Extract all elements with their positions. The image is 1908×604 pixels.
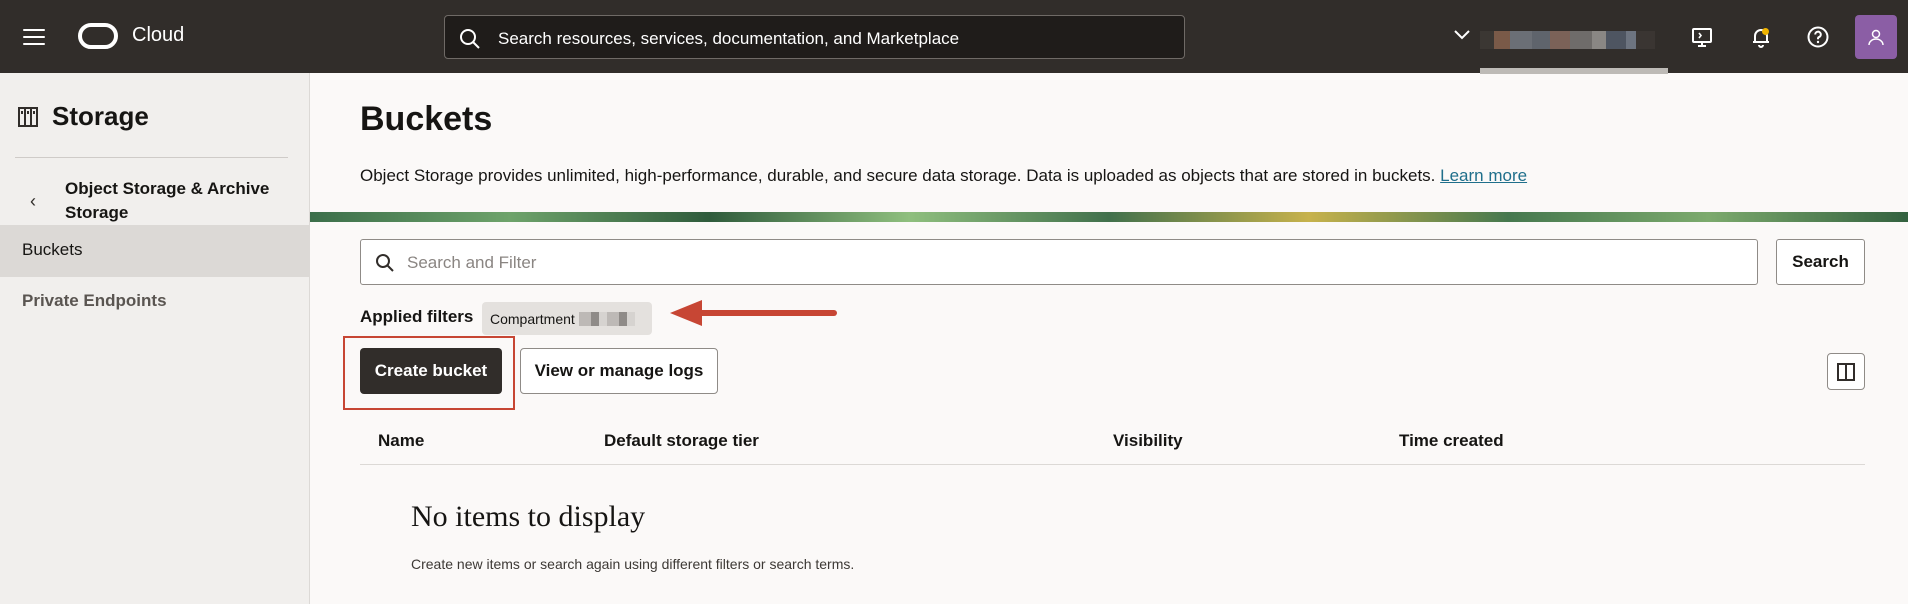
sidebar-item-buckets[interactable]: Buckets bbox=[0, 225, 309, 277]
applied-filters-label: Applied filters bbox=[360, 307, 474, 326]
search-icon bbox=[376, 254, 394, 272]
learn-more-link[interactable]: Learn more bbox=[1440, 166, 1527, 185]
user-avatar[interactable] bbox=[1855, 15, 1897, 59]
storage-icon bbox=[18, 107, 38, 127]
sidebar-parent-link[interactable]: Object Storage & Archive Storage bbox=[65, 177, 295, 225]
sidebar-divider bbox=[15, 157, 288, 158]
filter-placeholder: Search and Filter bbox=[407, 253, 537, 272]
user-icon bbox=[1868, 29, 1884, 46]
page-title: Buckets bbox=[360, 100, 493, 138]
region-underline bbox=[1480, 68, 1668, 74]
notification-dot bbox=[1762, 28, 1769, 35]
columns-icon bbox=[1837, 363, 1855, 381]
oracle-logo-icon[interactable] bbox=[78, 23, 118, 49]
brand-label[interactable]: Cloud bbox=[132, 24, 184, 47]
sidebar-item-private-endpoints[interactable]: Private Endpoints bbox=[0, 276, 309, 328]
sidebar-item-label: Private Endpoints bbox=[22, 291, 167, 310]
column-header-storage-tier[interactable]: Default storage tier bbox=[604, 431, 759, 451]
compartment-filter-chip[interactable]: Compartment bbox=[482, 302, 652, 335]
redacted-compartment-value bbox=[578, 312, 635, 326]
back-chevron-icon[interactable]: ‹ bbox=[30, 191, 36, 212]
help-icon[interactable] bbox=[1806, 25, 1830, 49]
bell-icon[interactable] bbox=[1749, 25, 1773, 49]
table-header-divider bbox=[360, 464, 1865, 465]
search-filter-input[interactable]: Search and Filter bbox=[360, 239, 1758, 285]
sidebar: Storage ‹ Object Storage & Archive Stora… bbox=[0, 73, 310, 604]
decorative-banner bbox=[310, 212, 1908, 222]
menu-icon[interactable] bbox=[23, 29, 45, 45]
empty-state-title: No items to display bbox=[411, 500, 646, 533]
annotation-arrow bbox=[670, 300, 837, 326]
sidebar-title: Storage bbox=[52, 101, 149, 131]
developer-tools-icon[interactable] bbox=[1690, 25, 1714, 49]
search-icon bbox=[460, 29, 480, 49]
description-text: Object Storage provides unlimited, high-… bbox=[360, 166, 1436, 185]
create-bucket-button[interactable]: Create bucket bbox=[360, 348, 502, 394]
global-search-input[interactable]: Search resources, services, documentatio… bbox=[444, 15, 1185, 59]
redacted-region-selector[interactable] bbox=[1480, 31, 1655, 49]
search-button[interactable]: Search bbox=[1776, 239, 1865, 285]
chip-label: Compartment bbox=[490, 311, 575, 327]
chevron-down-icon[interactable] bbox=[1453, 29, 1471, 41]
empty-state-subtitle: Create new items or search again using d… bbox=[411, 556, 855, 572]
column-settings-button[interactable] bbox=[1827, 353, 1865, 390]
column-header-time-created[interactable]: Time created bbox=[1399, 431, 1504, 451]
column-header-name[interactable]: Name bbox=[378, 431, 424, 451]
page-description: Object Storage provides unlimited, high-… bbox=[360, 166, 1527, 186]
view-manage-logs-button[interactable]: View or manage logs bbox=[520, 348, 718, 394]
sidebar-item-label: Buckets bbox=[22, 240, 83, 259]
top-navigation-bar: Cloud Search resources, services, docume… bbox=[0, 0, 1908, 74]
search-placeholder: Search resources, services, documentatio… bbox=[498, 29, 960, 48]
column-header-visibility[interactable]: Visibility bbox=[1113, 431, 1183, 451]
